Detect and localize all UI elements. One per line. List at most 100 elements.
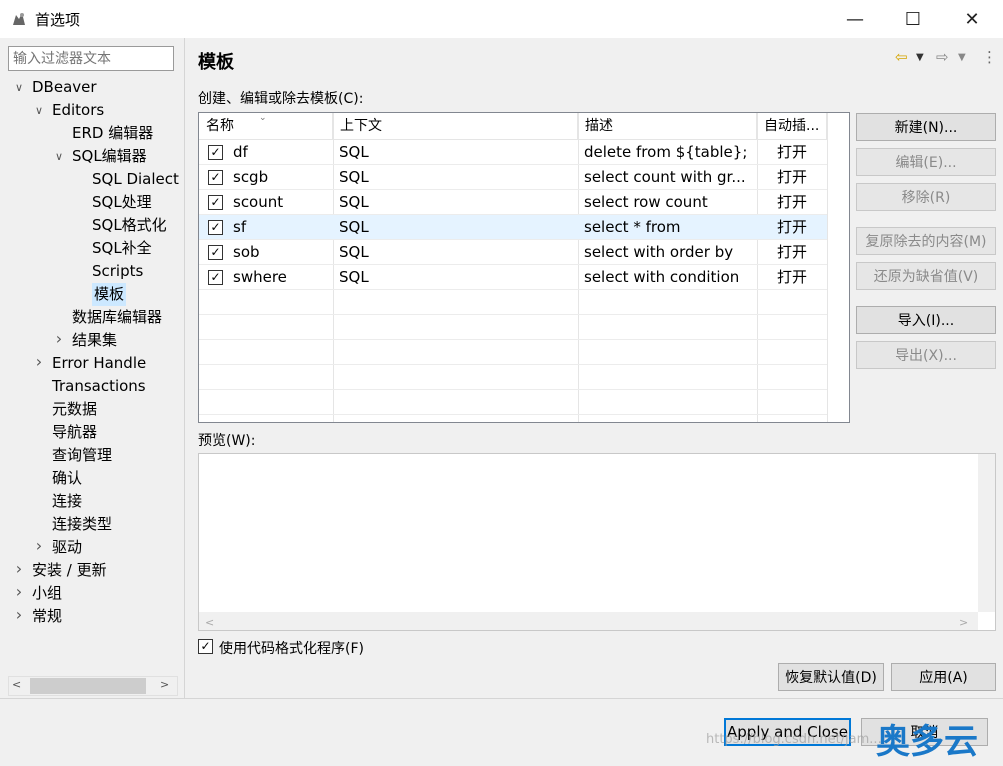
- template-auto-insert-cell: 打开: [776, 168, 807, 186]
- tree-item[interactable]: SQL Dialect: [92, 168, 179, 191]
- template-description-cell: select count with gr...: [584, 168, 746, 186]
- page-title: 模板: [198, 52, 234, 73]
- revert-default-button[interactable]: 还原为缺省值(V): [856, 262, 996, 290]
- view-menu-icon[interactable]: ⋮: [982, 48, 997, 66]
- close-icon[interactable]: ✕: [943, 0, 1001, 38]
- maximize-icon[interactable]: ☐: [884, 0, 942, 38]
- tree-item[interactable]: 驱动: [52, 536, 82, 559]
- new-template-button[interactable]: 新建(N)...: [856, 113, 996, 141]
- chevron-down-icon[interactable]: ∨: [12, 81, 26, 94]
- tree-item[interactable]: 小组: [32, 582, 62, 605]
- table-row[interactable]: ✓ scount SQL select row count 打开: [199, 190, 827, 215]
- edit-template-button[interactable]: 编辑(E)...: [856, 148, 996, 176]
- template-context-cell: SQL: [339, 243, 369, 261]
- preview-scroll-left-icon[interactable]: <: [205, 616, 214, 629]
- table-row[interactable]: ✓ sob SQL select with order by 打开: [199, 240, 827, 265]
- forward-icon[interactable]: ⇨: [936, 48, 949, 66]
- use-formatter-checkbox[interactable]: ✓: [198, 639, 213, 654]
- tree-item[interactable]: 连接: [52, 490, 82, 513]
- window-title: 首选项: [35, 11, 81, 29]
- tree-item[interactable]: Error Handle: [52, 352, 146, 375]
- chevron-right-icon[interactable]: ›: [32, 352, 46, 371]
- restore-removed-button[interactable]: 复原除去的内容(M): [856, 227, 996, 255]
- column-header-context[interactable]: 上下文: [333, 113, 578, 140]
- template-context-cell: SQL: [339, 168, 369, 186]
- template-enabled-checkbox[interactable]: ✓: [208, 195, 223, 210]
- chevron-right-icon[interactable]: ›: [12, 582, 26, 601]
- template-auto-insert-cell: 打开: [776, 193, 807, 211]
- tree-item[interactable]: Transactions: [52, 375, 146, 398]
- chevron-down-icon[interactable]: ∨: [52, 150, 66, 163]
- tree-item[interactable]: SQL编辑器: [72, 145, 147, 168]
- template-enabled-checkbox[interactable]: ✓: [208, 245, 223, 260]
- tree-item[interactable]: SQL格式化: [92, 214, 167, 237]
- template-description-cell: select with condition: [584, 268, 740, 286]
- apply-button[interactable]: 应用(A): [891, 663, 996, 691]
- preview-horizontal-scrollbar[interactable]: [199, 612, 978, 630]
- table-row[interactable]: ✓ sf SQL select * from 打开: [199, 215, 827, 240]
- tree-item[interactable]: Scripts: [92, 260, 143, 283]
- tree-item[interactable]: 元数据: [52, 398, 97, 421]
- sort-icon: ⌄: [259, 113, 267, 123]
- minimize-icon[interactable]: —: [826, 0, 884, 38]
- empty-table-row: [199, 365, 827, 390]
- table-row[interactable]: ✓ scgb SQL select count with gr... 打开: [199, 165, 827, 190]
- templates-table[interactable]: 名称 ⌄ 上下文 描述 自动插... ✓ df SQL delete from ${ta…: [198, 112, 850, 423]
- tree-item[interactable]: ERD 编辑器: [72, 122, 153, 145]
- import-button[interactable]: 导入(I)...: [856, 306, 996, 334]
- tree-item[interactable]: SQL处理: [92, 191, 152, 214]
- scroll-left-icon[interactable]: <: [12, 678, 21, 691]
- template-context-cell: SQL: [339, 218, 369, 236]
- template-enabled-checkbox[interactable]: ✓: [208, 145, 223, 160]
- forward-menu-icon[interactable]: ▼: [958, 52, 966, 63]
- preview-label: 预览(W):: [198, 433, 256, 449]
- back-icon[interactable]: ⇦: [895, 48, 908, 66]
- tree-item[interactable]: 常规: [32, 605, 62, 628]
- back-menu-icon[interactable]: ▼: [916, 52, 924, 63]
- pane-divider[interactable]: [184, 38, 185, 698]
- tree-item[interactable]: Editors: [52, 99, 104, 122]
- restore-defaults-button[interactable]: 恢复默认值(D): [778, 663, 884, 691]
- tree-item[interactable]: 数据库编辑器: [72, 306, 162, 329]
- chevron-right-icon[interactable]: ›: [12, 559, 26, 578]
- preview-vertical-scrollbar[interactable]: [978, 454, 995, 612]
- chevron-down-icon[interactable]: ∨: [32, 104, 46, 117]
- tree-item[interactable]: 安装 / 更新: [32, 559, 107, 582]
- column-header-auto-insert[interactable]: 自动插...: [757, 113, 827, 140]
- template-enabled-checkbox[interactable]: ✓: [208, 270, 223, 285]
- tree-item[interactable]: 查询管理: [52, 444, 112, 467]
- table-row[interactable]: ✓ df SQL delete from ${table}; 打开: [199, 140, 827, 165]
- tree-item[interactable]: 导航器: [52, 421, 97, 444]
- tree-item[interactable]: 连接类型: [52, 513, 112, 536]
- tree-item[interactable]: 确认: [52, 467, 82, 490]
- export-button[interactable]: 导出(X)...: [856, 341, 996, 369]
- column-header-name[interactable]: 名称 ⌄: [199, 113, 333, 140]
- template-name-cell: swhere: [233, 268, 287, 286]
- empty-table-row: [199, 415, 827, 422]
- template-context-cell: SQL: [339, 268, 369, 286]
- template-name-cell: scgb: [233, 168, 269, 186]
- chevron-right-icon[interactable]: ›: [52, 329, 66, 348]
- table-row[interactable]: ✓ swhere SQL select with condition 打开: [199, 265, 827, 290]
- chevron-right-icon[interactable]: ›: [12, 605, 26, 624]
- watermark: https://blog.csdn.net/jam...: [706, 732, 882, 747]
- scroll-right-icon[interactable]: >: [160, 678, 169, 691]
- chevron-right-icon[interactable]: ›: [32, 536, 46, 555]
- preview-scroll-right-icon[interactable]: >: [959, 616, 968, 629]
- template-enabled-checkbox[interactable]: ✓: [208, 220, 223, 235]
- tree-item[interactable]: SQL补全: [92, 237, 152, 260]
- tree-item[interactable]: DBeaver: [32, 76, 97, 99]
- template-name-cell: sf: [233, 218, 247, 236]
- template-auto-insert-cell: 打开: [776, 218, 807, 236]
- preferences-tree: ∨ DBeaver ∨ Editors ERD 编辑器 ∨ SQL编辑器 SQL Dialec…: [0, 76, 184, 672]
- template-enabled-checkbox[interactable]: ✓: [208, 170, 223, 185]
- preview-area[interactable]: < >: [198, 453, 996, 631]
- template-auto-insert-cell: 打开: [776, 268, 807, 286]
- column-header-description[interactable]: 描述: [578, 113, 757, 140]
- filter-input[interactable]: [8, 46, 174, 71]
- tree-item[interactable]: 模板: [92, 283, 127, 306]
- tree-scroll-thumb[interactable]: [30, 678, 146, 694]
- remove-template-button[interactable]: 移除(R): [856, 183, 996, 211]
- template-name-cell: df: [233, 143, 248, 161]
- tree-item[interactable]: 结果集: [72, 329, 117, 352]
